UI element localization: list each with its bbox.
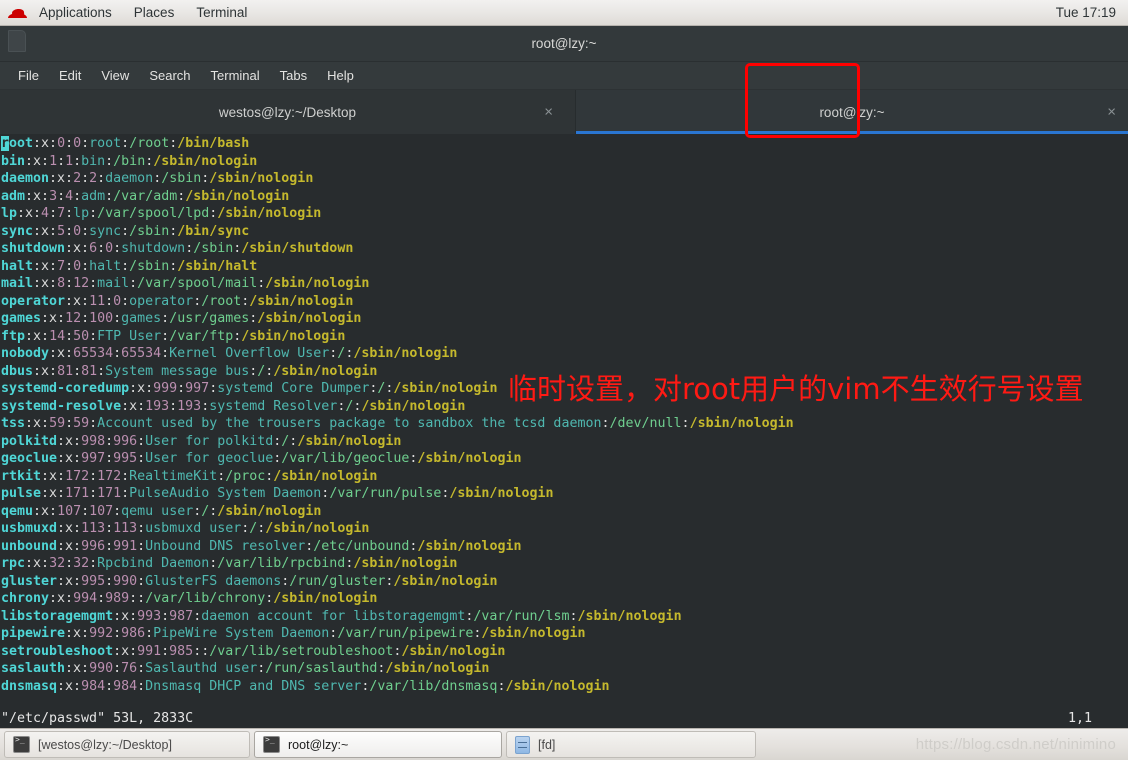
passwd-line: shutdown:x:6:0:shutdown:/sbin:/sbin/shut… [1,241,354,256]
tab-root-home[interactable]: root@lzy:~ × [576,90,1128,134]
passwd-line: systemd-resolve:x:193:193:systemd Resolv… [1,398,466,414]
passwd-line: nobody:x:65534:65534:Kernel Overflow Use… [1,346,458,361]
taskbar-item-label: root@lzy:~ [288,737,349,752]
passwd-line: polkitd:x:998:996:User for polkitd:/:/sb… [1,433,402,449]
menu-search[interactable]: Search [139,62,200,89]
passwd-line: halt:x:7:0:halt:/sbin:/sbin/halt [1,258,258,274]
passwd-line: ftp:x:14:50:FTP User:/var/ftp:/sbin/nolo… [1,328,346,344]
passwd-line: lp:x:4:7:lp:/var/spool/lpd:/sbin/nologin [1,206,322,221]
passwd-line: pulse:x:171:171:PulseAudio System Daemon… [1,486,554,501]
terminal-window: root@lzy:~ File Edit View Search Termina… [0,26,1128,728]
passwd-line: rtkit:x:172:172:RealtimeKit:/proc:/sbin/… [1,468,378,484]
menu-file[interactable]: File [8,62,49,89]
passwd-line: setroubleshoot:x:991:985::/var/lib/setro… [1,643,506,659]
panel-menu-terminal[interactable]: Terminal [185,0,258,25]
tab-westos-desktop[interactable]: westos@lzy:~/Desktop × [0,90,576,134]
passwd-line: root:x:0:0:root:/root:/bin/bash [1,136,250,151]
taskbar-item-label: [westos@lzy:~/Desktop] [38,737,172,752]
watermark-text: https://blog.csdn.net/ninimino [915,736,1116,753]
file-manager-icon [515,735,530,754]
passwd-line: qemu:x:107:107:qemu user:/:/sbin/nologin [1,503,322,519]
menu-view[interactable]: View [91,62,139,89]
gnome-top-panel: Applications Places Terminal Tue 17:19 [0,0,1128,26]
passwd-line: dbus:x:81:81:System message bus:/:/sbin/… [1,363,378,379]
panel-menu-applications[interactable]: Applications [28,0,123,25]
vim-editor-viewport[interactable]: root:x:0:0:root:/root:/bin/bash bin:x:1:1… [0,134,1128,728]
passwd-line: geoclue:x:997:995:User for geoclue:/var/… [1,451,522,466]
passwd-line: adm:x:3:4:adm:/var/adm:/sbin/nologin [1,188,290,204]
vim-status-line: "/etc/passwd" 53L, 2833C 1,1 [0,710,1128,728]
passwd-line: operator:x:11:0:operator:/root:/sbin/nol… [1,293,354,309]
panel-menu-places[interactable]: Places [123,0,186,25]
menu-edit[interactable]: Edit [49,62,91,89]
passwd-line: daemon:x:2:2:daemon:/sbin:/sbin/nologin [1,171,314,186]
vim-cursor-position: 1,1 [1067,711,1092,726]
passwd-line: rpc:x:32:32:Rpcbind Daemon:/var/lib/rpcb… [1,556,458,571]
menu-tabs[interactable]: Tabs [270,62,317,89]
passwd-line: dnsmasq:x:984:984:Dnsmasq DHCP and DNS s… [1,678,610,694]
window-titlebar[interactable]: root@lzy:~ [0,26,1128,62]
terminal-icon [263,735,280,753]
menu-terminal[interactable]: Terminal [201,62,270,89]
passwd-line: systemd-coredump:x:999:997:systemd Core … [1,381,498,396]
redhat-crown-shape [11,7,25,17]
tab-bar: westos@lzy:~/Desktop × root@lzy:~ × [0,90,1128,134]
taskbar-item-label: [fd] [538,737,556,752]
menu-bar: File Edit View Search Terminal Tabs Help [0,62,1128,90]
tab-label: westos@lzy:~/Desktop [218,104,357,120]
passwd-line: bin:x:1:1:bin:/bin:/sbin/nologin [1,153,258,169]
terminal-window-icon [8,30,26,52]
taskbar-item-westos-desktop[interactable]: [westos@lzy:~/Desktop] [4,731,250,758]
tab-label: root@lzy:~ [819,104,885,120]
window-title: root@lzy:~ [531,36,597,51]
passwd-line: saslauth:x:990:76:Saslauthd user:/run/sa… [1,661,490,676]
passwd-line: tss:x:59:59:Account used by the trousers… [1,416,794,431]
taskbar-item-fd[interactable]: [fd] [506,731,756,758]
panel-clock[interactable]: Tue 17:19 [1056,5,1116,20]
window-list-taskbar: [westos@lzy:~/Desktop] root@lzy:~ [fd] h… [0,728,1128,760]
terminal-icon [13,735,30,753]
taskbar-item-root-home[interactable]: root@lzy:~ [254,731,502,758]
passwd-line: chrony:x:994:989::/var/lib/chrony:/sbin/… [1,591,378,606]
close-icon[interactable]: × [544,105,553,120]
passwd-file-content: root:x:0:0:root:/root:/bin/bash bin:x:1:1… [1,135,1128,695]
passwd-line: libstoragemgmt:x:993:987:daemon account … [1,608,682,624]
passwd-line: gluster:x:995:990:GlusterFS daemons:/run… [1,573,498,589]
close-icon[interactable]: × [1107,105,1116,120]
passwd-line: pipewire:x:992:986:PipeWire System Daemo… [1,626,586,641]
passwd-line: unbound:x:996:991:Unbound DNS resolver:/… [1,538,522,554]
passwd-line: games:x:12:100:games:/usr/games:/sbin/no… [1,311,362,326]
passwd-line: sync:x:5:0:sync:/sbin:/bin/sync [1,223,250,239]
passwd-line: usbmuxd:x:113:113:usbmuxd user:/:/sbin/n… [1,521,370,536]
vim-status-file: "/etc/passwd" 53L, 2833C [1,711,194,726]
passwd-line: mail:x:8:12:mail:/var/spool/mail:/sbin/n… [1,276,370,291]
menu-help[interactable]: Help [317,62,364,89]
redhat-logo-icon[interactable] [8,4,28,22]
